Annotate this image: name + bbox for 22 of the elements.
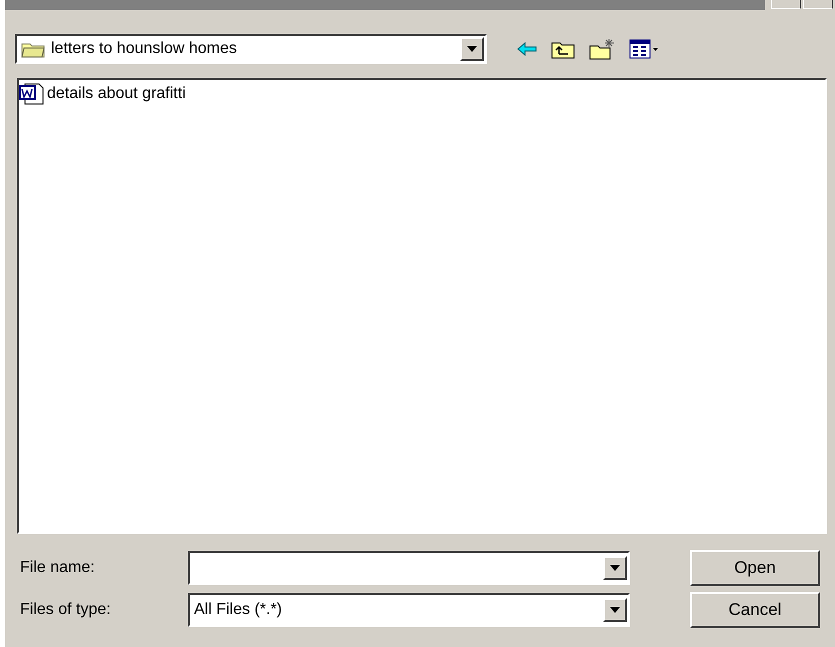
caret-icon: [610, 565, 620, 571]
file-type-dropdown[interactable]: All Files (*.*): [188, 593, 630, 627]
file-name: details about grafitti: [47, 85, 186, 103]
file-name-label: File name:: [20, 559, 96, 577]
title-button[interactable]: [803, 0, 833, 9]
caret-icon: [610, 607, 620, 613]
look-in-value: letters to hounslow homes: [17, 40, 460, 58]
file-type-value: All Files (*.*): [193, 601, 284, 619]
new-folder-icon[interactable]: [589, 38, 615, 60]
file-name-field[interactable]: [188, 551, 630, 585]
cancel-button[interactable]: Cancel: [690, 592, 820, 628]
file-type-label: Files of type:: [20, 601, 112, 619]
view-menu-icon[interactable]: [629, 39, 659, 59]
title-button[interactable]: [771, 0, 801, 9]
open-button[interactable]: Open: [690, 550, 820, 586]
dropdown-button[interactable]: [603, 598, 627, 622]
dropdown-button[interactable]: [460, 37, 484, 61]
caret-icon: [467, 46, 477, 52]
back-arrow-icon[interactable]: [517, 42, 537, 56]
file-item[interactable]: details about grafitti: [19, 83, 186, 105]
dropdown-button[interactable]: [603, 556, 627, 580]
look-in-dropdown[interactable]: letters to hounslow homes: [15, 34, 487, 64]
